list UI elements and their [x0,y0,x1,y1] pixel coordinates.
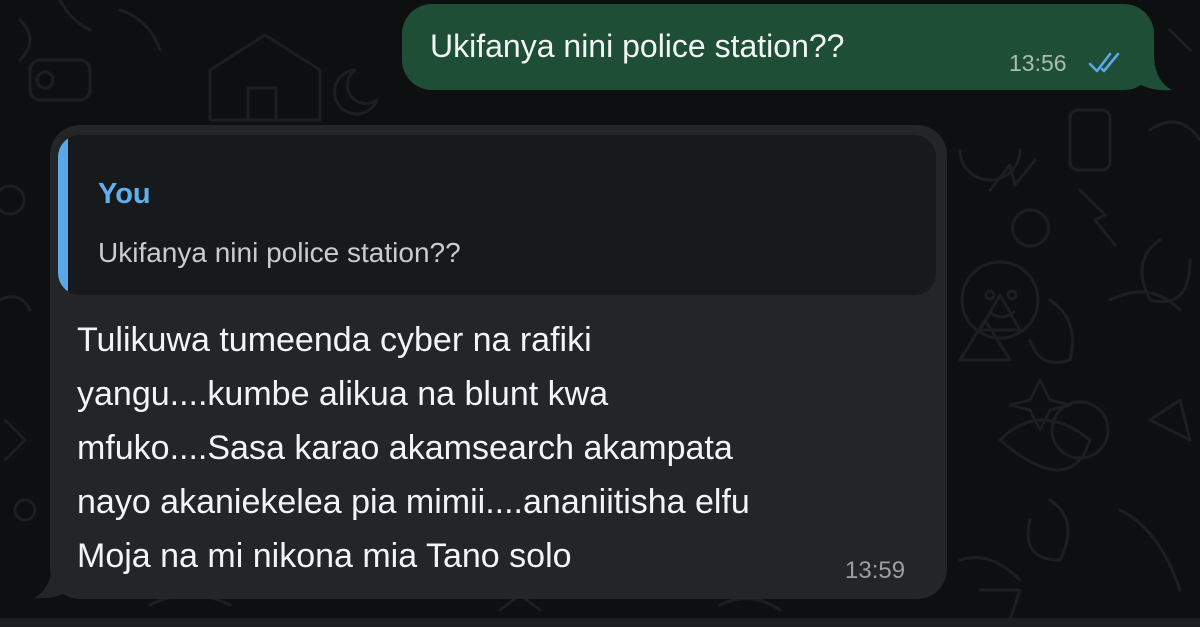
message-line: Tulikuwa tumeenda cyber na rafiki [77,321,592,359]
house-doodle-icon [208,33,322,122]
quoted-author: You [98,178,151,210]
chat-view[interactable]: Ukifanya nini police station?? 13:56 You… [0,0,1200,627]
outgoing-message-time: 13:56 [1009,50,1067,76]
message-line: mfuko....Sasa karao akamsearch akampata [77,429,733,467]
message-line: nayo akaniekelea pia mimii....ananiitish… [77,483,750,521]
incoming-message-time: 13:59 [845,557,906,584]
outgoing-message-text: Ukifanya nini police station?? [430,28,845,64]
bottom-edge-bar [0,618,1200,627]
outgoing-message-bubble[interactable]: Ukifanya nini police station?? 13:56 [402,4,1154,90]
quoted-text: Ukifanya nini police station?? [98,237,461,268]
message-line: Moja na mi nikona mia Tano solo [77,537,572,575]
incoming-message-bubble[interactable]: You Ukifanya nini police station?? Tulik… [50,125,947,599]
message-line: yangu....kumbe alikua na blunt kwa [77,375,609,413]
quote-accent-bar [58,135,68,295]
quoted-reply[interactable]: You Ukifanya nini police station?? [58,135,936,295]
double-check-icon [1088,52,1120,73]
